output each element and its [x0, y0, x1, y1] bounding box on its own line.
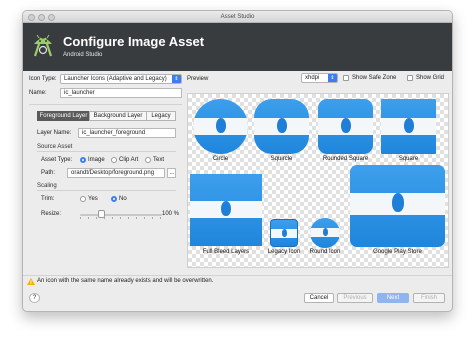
legacy-icon-label: Legacy Icon [267, 249, 301, 255]
tab-legacy[interactable]: Legacy [146, 111, 176, 121]
slider-ticks [80, 217, 162, 219]
divider [37, 190, 176, 191]
help-button[interactable]: ? [29, 293, 40, 303]
icon-type-value: Launcher Icons (Adaptive and Legacy) [64, 76, 167, 82]
asset-type-clipart-radio[interactable] [111, 157, 117, 163]
browse-path-button[interactable]: ... [167, 168, 176, 178]
chevron-updown-icon: ⇕ [328, 74, 337, 82]
zoom-window-button[interactable] [48, 14, 55, 21]
asset-type-text-label: Text [153, 157, 165, 163]
path-label: Path: [41, 170, 56, 176]
trim-yes-label: Yes [88, 196, 98, 202]
round-icon-preview [310, 218, 340, 248]
preview-panel: Circle Squircle Rounded Square Square Fu… [187, 93, 449, 268]
rounded-square-icon-preview [318, 99, 373, 154]
asset-studio-window: Asset Studio Configure Image Asset Andro… [22, 10, 453, 312]
window-title: Asset Studio [220, 14, 255, 20]
rounded-square-label: Rounded Square [322, 156, 369, 162]
asset-type-label: Asset Type: [41, 157, 73, 163]
scaling-heading: Scaling [37, 183, 57, 189]
finish-button[interactable]: Finish [413, 293, 445, 303]
google-play-store-icon-preview [350, 165, 445, 247]
circle-label: Circle [212, 156, 229, 162]
resize-slider-track[interactable] [80, 214, 162, 219]
resize-slider-thumb[interactable] [97, 210, 105, 218]
trim-label: Trim: [41, 196, 55, 202]
minimize-window-button[interactable] [38, 14, 45, 21]
tab-background-layer[interactable]: Background Layer [89, 111, 147, 121]
name-field[interactable]: ic_launcher [60, 88, 182, 98]
android-studio-logo-icon [33, 34, 53, 57]
layer-name-field[interactable]: ic_launcher_foreground [78, 128, 176, 138]
full-bleed-layers-preview [190, 174, 262, 246]
resize-value: 100 % [162, 211, 180, 217]
close-window-button[interactable] [28, 14, 35, 21]
icon-type-select[interactable]: Launcher Icons (Adaptive and Legacy) ⇕ [60, 74, 182, 84]
warning-bar: An icon with the same name already exist… [23, 275, 452, 287]
page-subtitle: Android Studio [63, 52, 103, 58]
layer-name-label: Layer Name: [37, 130, 72, 136]
trim-no-radio[interactable] [111, 196, 117, 202]
asset-type-text-radio[interactable] [145, 157, 151, 163]
density-value: xhdpi [305, 75, 320, 81]
asset-type-image-radio[interactable] [80, 157, 86, 163]
trim-yes-radio[interactable] [80, 196, 86, 202]
tab-foreground-layer[interactable]: Foreground Layer [37, 111, 90, 121]
header-banner: Configure Image Asset Android Studio [23, 23, 452, 71]
square-label: Square [398, 156, 419, 162]
show-safe-zone-label: Show Safe Zone [352, 75, 397, 81]
name-label: Name: [29, 90, 47, 96]
full-bleed-layers-label: Full Bleed Layers [202, 249, 250, 255]
show-grid-label: Show Grid [416, 75, 445, 81]
chevron-updown-icon: ⇕ [172, 75, 181, 83]
show-grid-checkbox[interactable] [407, 75, 413, 81]
legacy-icon-preview [270, 219, 298, 247]
circle-icon-preview [193, 99, 248, 154]
source-asset-heading: Source Asset [37, 144, 73, 150]
cancel-button[interactable]: Cancel [304, 293, 334, 303]
round-icon-label: Round Icon [309, 249, 341, 255]
trim-no-label: No [119, 196, 127, 202]
asset-type-clipart-label: Clip Art [119, 157, 139, 163]
squircle-icon-preview [254, 99, 309, 154]
asset-type-image-label: Image [88, 157, 105, 163]
path-field[interactable]: orandt/Desktop/foreground.png [67, 168, 165, 178]
google-play-store-label: Google Play Store [373, 249, 422, 255]
previous-button[interactable]: Previous [337, 293, 373, 303]
icon-type-label: Icon Type: [29, 76, 57, 82]
divider [37, 151, 176, 152]
preview-label: Preview [187, 76, 209, 82]
divider [29, 104, 182, 105]
warning-text: An icon with the same name already exist… [37, 278, 214, 284]
warning-icon [27, 278, 35, 285]
squircle-label: Squircle [270, 156, 293, 162]
density-select[interactable]: xhdpi ⇕ [301, 73, 338, 83]
page-title: Configure Image Asset [63, 34, 205, 49]
show-safe-zone-checkbox[interactable] [343, 75, 349, 81]
next-button[interactable]: Next [377, 293, 409, 303]
title-bar: Asset Studio [23, 11, 452, 23]
square-icon-preview [381, 99, 436, 154]
resize-label: Resize: [41, 211, 62, 217]
